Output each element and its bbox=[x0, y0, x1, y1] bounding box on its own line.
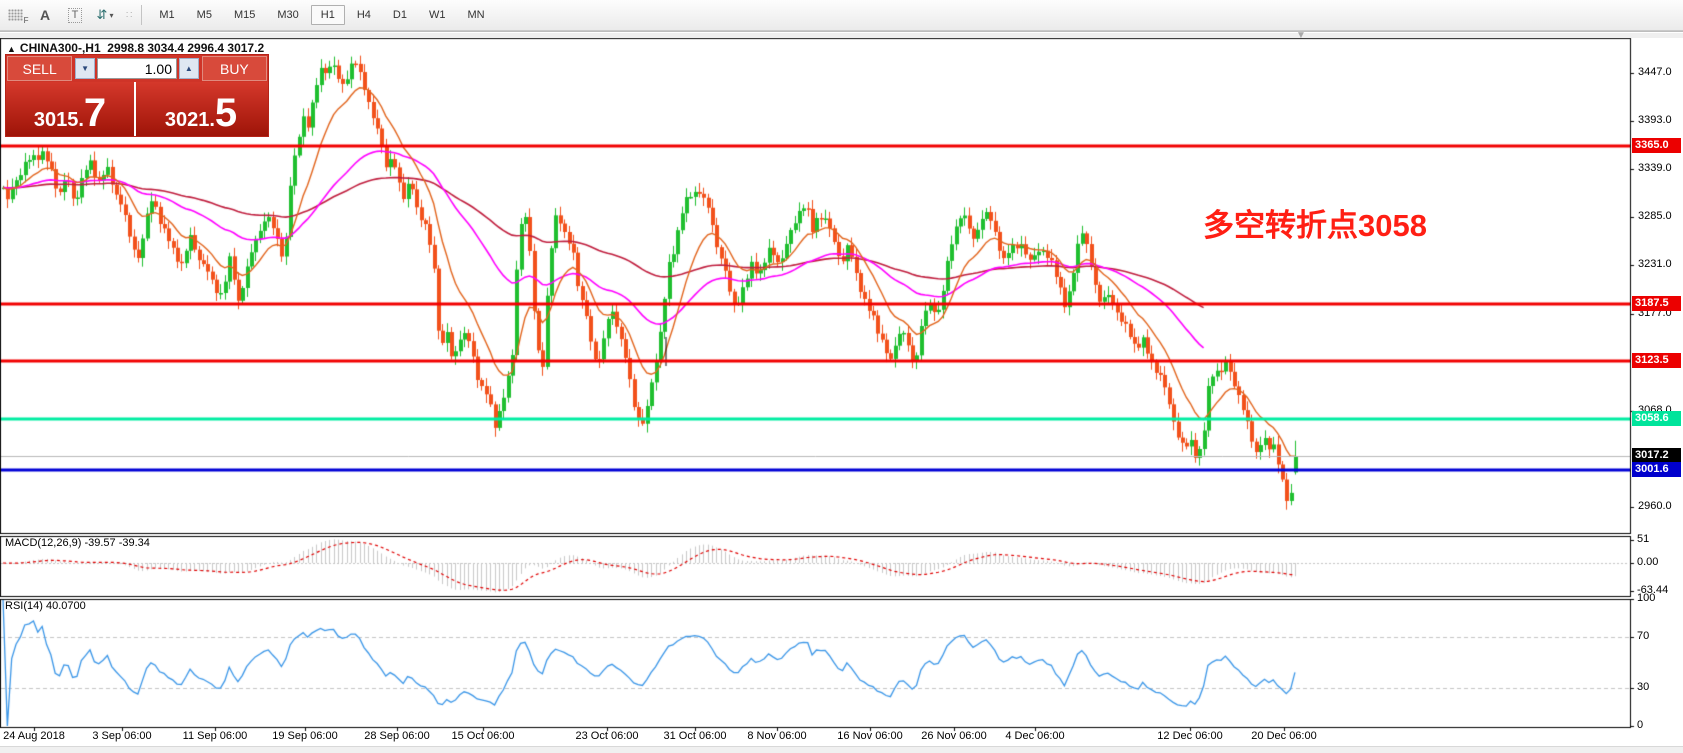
timeframe-button-mn[interactable]: MN bbox=[457, 5, 494, 25]
symbols-grid-icon[interactable]: F bbox=[2, 3, 29, 27]
time-axis-label: 3 Sep 06:00 bbox=[92, 730, 152, 742]
chart-annotation-text: 多空转折点3058 bbox=[1203, 208, 1427, 243]
timeframe-button-w1[interactable]: W1 bbox=[419, 5, 456, 25]
letter-a-icon: A bbox=[39, 7, 51, 23]
macd-indicator-label: MACD(12,26,9) -39.57 -39.34 bbox=[5, 537, 150, 549]
sell-price-main: 3015 bbox=[33, 109, 79, 131]
price-axis-tick: 3393.0 bbox=[1638, 114, 1672, 127]
price-axis-tick: 3231.0 bbox=[1638, 258, 1672, 271]
toolbar-drag-handle[interactable]: ∷ bbox=[126, 10, 132, 21]
chevron-down-icon: ▾ bbox=[109, 10, 114, 20]
timeframe-button-h1[interactable]: H1 bbox=[310, 5, 345, 25]
arrow-objects-button[interactable]: ⇵ ▾ bbox=[92, 3, 118, 27]
time-axis-label: 20 Dec 06:00 bbox=[1251, 730, 1317, 742]
time-axis-label: 4 Dec 06:00 bbox=[1005, 730, 1065, 742]
horizontal-scrollbar[interactable] bbox=[0, 31, 1683, 38]
price-level-tag: 3123.5 bbox=[1632, 353, 1681, 369]
timeframe-button-m15[interactable]: M15 bbox=[224, 5, 265, 25]
timeframe-button-m1[interactable]: M1 bbox=[149, 5, 184, 25]
top-toolbar: F A T ⇵ ▾ ∷ M1 M5 M15 M30 H1 H4 D1 W1 MN bbox=[0, 0, 1683, 31]
mt4-chart-window: F A T ⇵ ▾ ∷ M1 M5 M15 M30 H1 H4 D1 W1 MN ▼ ▲ CHIN… bbox=[0, 0, 1683, 753]
textbox-icon[interactable]: T bbox=[62, 3, 88, 27]
sell-price[interactable]: 3015. 7 bbox=[6, 82, 136, 136]
price-level-tag: 3365.0 bbox=[1632, 138, 1681, 154]
time-axis-label: 11 Sep 06:00 bbox=[182, 730, 248, 742]
price-level-tag: 3187.5 bbox=[1632, 296, 1681, 312]
rsi-axis-tick: 70 bbox=[1637, 630, 1650, 643]
buy-button[interactable]: BUY bbox=[201, 56, 267, 81]
timeframe-button-m30[interactable]: M30 bbox=[267, 5, 308, 25]
grid-glyph-icon: F bbox=[7, 9, 29, 25]
rsi-axis-tick: 30 bbox=[1637, 681, 1650, 694]
timeframe-button-d1[interactable]: D1 bbox=[383, 5, 417, 25]
toolbar-separator bbox=[141, 5, 143, 25]
time-axis-label: 15 Oct 06:00 bbox=[451, 730, 515, 742]
arrow-objects-icon: ⇵ bbox=[96, 7, 108, 22]
price-axis-tick: 3447.0 bbox=[1638, 66, 1672, 78]
price-level-tag: 3017.2 bbox=[1632, 448, 1681, 464]
buy-price[interactable]: 3021. 5 bbox=[136, 82, 266, 136]
volume-up-button[interactable]: ▲ bbox=[179, 58, 199, 79]
collapse-triangle-icon[interactable]: ▲ bbox=[7, 44, 16, 54]
price-axis-tick: 3285.0 bbox=[1638, 210, 1672, 223]
volume-input[interactable] bbox=[97, 58, 177, 79]
time-axis-label: 8 Nov 06:00 bbox=[747, 730, 807, 742]
ohlc-values: 2998.8 3034.4 2996.4 3017.2 bbox=[107, 41, 265, 55]
time-axis-label: 19 Sep 06:00 bbox=[272, 730, 338, 742]
price-axis-tick: 3339.0 bbox=[1638, 162, 1672, 175]
price-level-tag: 3058.6 bbox=[1632, 411, 1681, 427]
sell-price-big-digit: 7 bbox=[83, 91, 107, 135]
rsi-indicator-label: RSI(14) 40.0700 bbox=[5, 600, 86, 612]
price-level-tag: 3001.6 bbox=[1632, 461, 1681, 477]
timeframe-button-m5[interactable]: M5 bbox=[187, 5, 222, 25]
chart-title: ▲ CHINA300-,H1 2998.8 3034.4 2996.4 3017.… bbox=[7, 41, 264, 55]
macd-axis-tick: 0.00 bbox=[1637, 556, 1659, 568]
one-click-trading-panel: SELL ▼ ▲ BUY 3015.7 3021.5 bbox=[6, 55, 268, 136]
rsi-axis-tick: 0 bbox=[1637, 719, 1644, 732]
timeframe-button-h4[interactable]: H4 bbox=[347, 5, 381, 25]
volume-dropdown-button[interactable]: ▼ bbox=[75, 58, 95, 79]
macd-axis-tick: 51 bbox=[1637, 533, 1650, 546]
price-axis-tick: 2960.0 bbox=[1638, 500, 1672, 512]
time-axis-label: 12 Dec 06:00 bbox=[1157, 730, 1223, 742]
sell-button[interactable]: SELL bbox=[7, 56, 73, 81]
time-axis-label: 23 Oct 06:00 bbox=[575, 730, 639, 742]
trade-panel-top-row: SELL ▼ ▲ BUY bbox=[6, 55, 268, 82]
trade-panel-price-row: 3015. 7 3021. 5 bbox=[6, 82, 268, 136]
letter-t-icon: T bbox=[67, 7, 83, 23]
time-axis-label: 28 Sep 06:00 bbox=[364, 730, 430, 742]
timeframe-button-group: M1 M5 M15 M30 H1 H4 D1 W1 MN bbox=[148, 5, 495, 25]
chart-shift-marker-icon[interactable]: ▼ bbox=[1296, 31, 1306, 41]
buy-price-main: 3021 bbox=[164, 109, 210, 131]
rsi-axis-tick: 100 bbox=[1637, 591, 1656, 604]
buy-price-big-digit: 5 bbox=[214, 91, 238, 135]
text-label-icon[interactable]: A bbox=[32, 3, 58, 27]
symbol-period-label: CHINA300-,H1 bbox=[19, 41, 101, 55]
